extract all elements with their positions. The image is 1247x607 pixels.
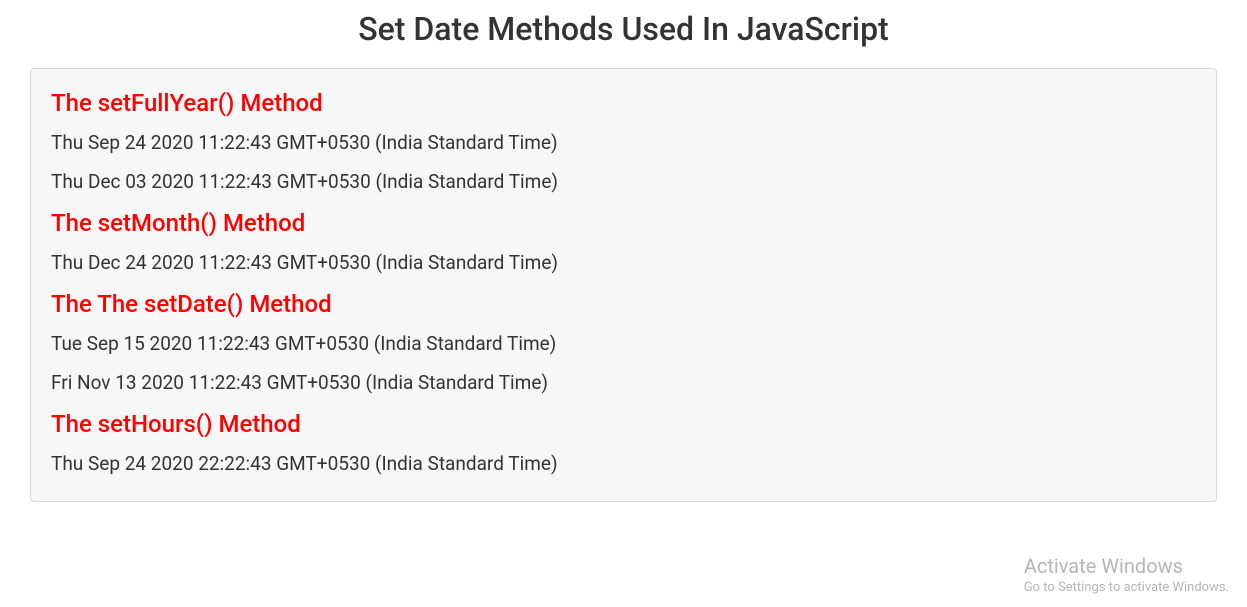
date-output: Thu Sep 24 2020 11:22:43 GMT+0530 (India…: [51, 131, 1196, 154]
date-output: Thu Sep 24 2020 22:22:43 GMT+0530 (India…: [51, 452, 1196, 475]
date-output: Tue Sep 15 2020 11:22:43 GMT+0530 (India…: [51, 332, 1196, 355]
date-output: Thu Dec 24 2020 11:22:43 GMT+0530 (India…: [51, 251, 1196, 274]
date-output: Fri Nov 13 2020 11:22:43 GMT+0530 (India…: [51, 371, 1196, 394]
watermark-title: Activate Windows: [1024, 554, 1229, 578]
watermark-subtitle: Go to Settings to activate Windows.: [1024, 580, 1229, 595]
page-title: Set Date Methods Used In JavaScript: [0, 0, 1247, 68]
section-heading-sethours: The setHours() Method: [51, 410, 1196, 438]
section-heading-setfullyear: The setFullYear() Method: [51, 89, 1196, 117]
content-panel: The setFullYear() Method Thu Sep 24 2020…: [30, 68, 1217, 502]
windows-activation-watermark: Activate Windows Go to Settings to activ…: [1024, 554, 1229, 595]
section-heading-setmonth: The setMonth() Method: [51, 209, 1196, 237]
date-output: Thu Dec 03 2020 11:22:43 GMT+0530 (India…: [51, 170, 1196, 193]
section-heading-setdate: The The setDate() Method: [51, 290, 1196, 318]
